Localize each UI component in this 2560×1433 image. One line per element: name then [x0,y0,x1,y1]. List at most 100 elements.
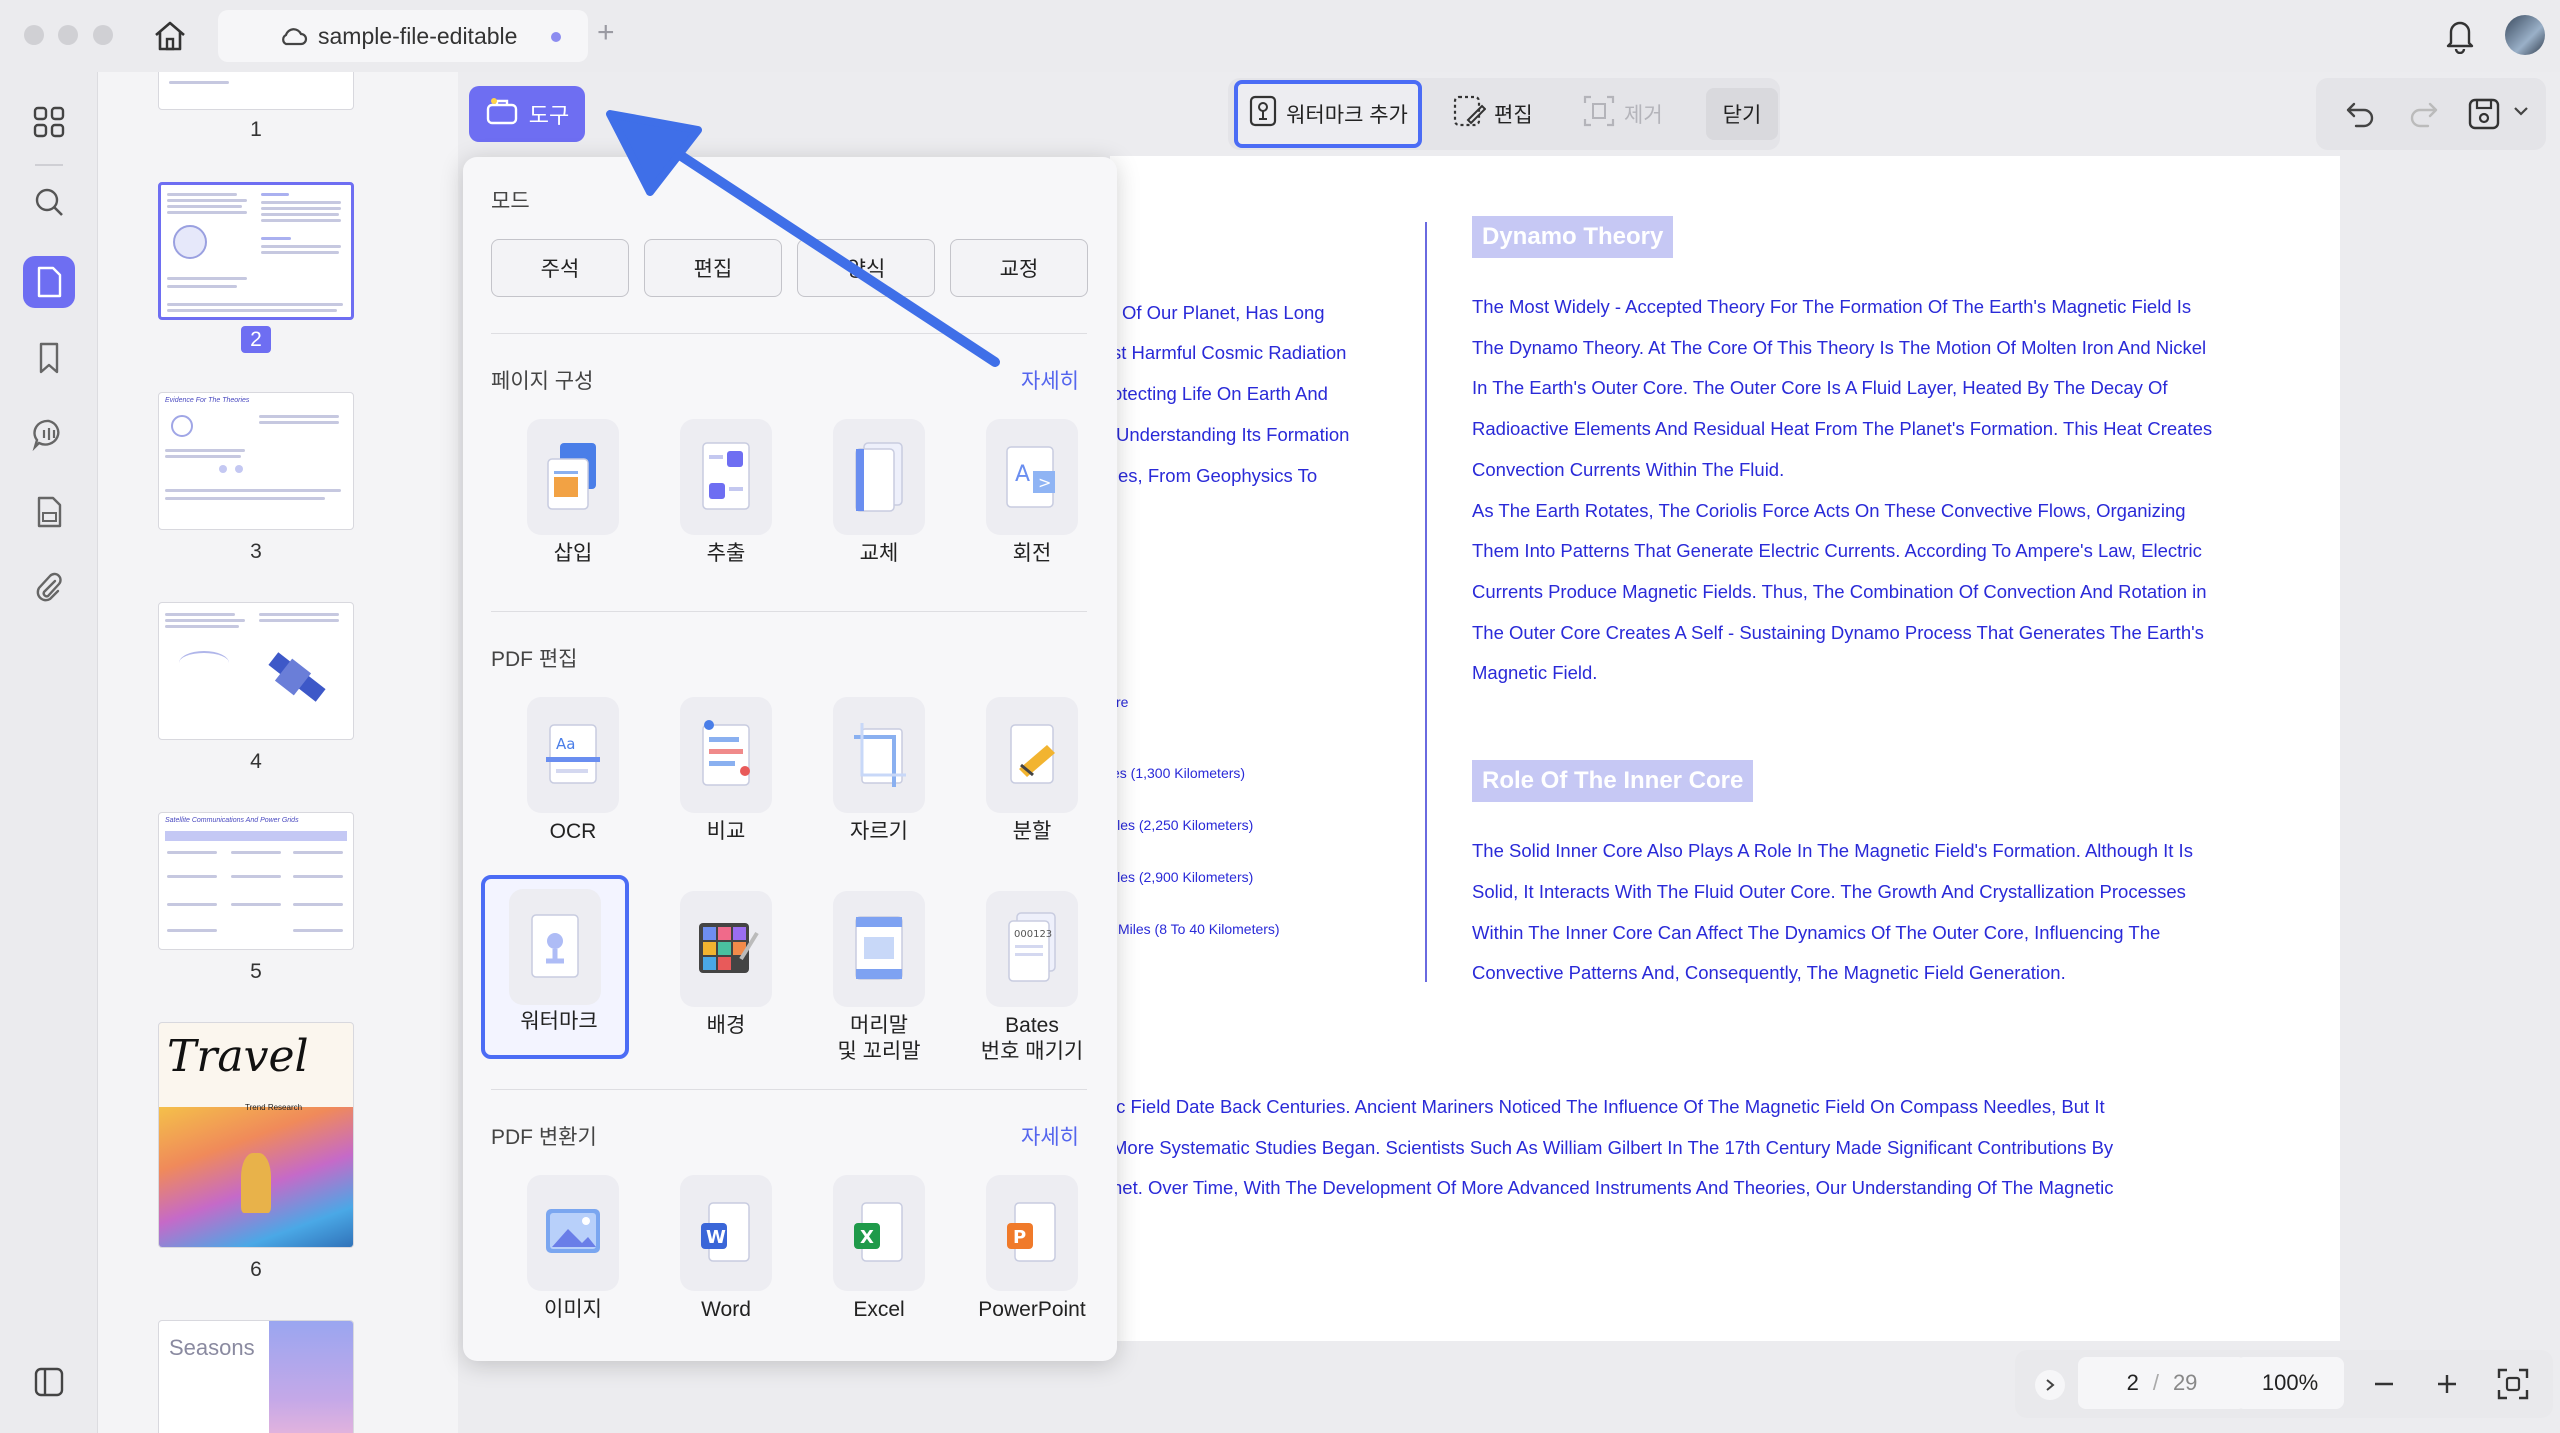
add-watermark-button[interactable]: 워터마크 추가 [1234,80,1422,148]
doc-text: iles (2,250 Kilometers) [1114,817,1254,833]
thumbnail-panel: 1 2 Evidence For The Theories 3 4 Satell… [98,72,458,1433]
tool-split-label: 분할 [1012,820,1052,843]
apps-icon[interactable] [23,96,75,148]
tool-background-label: 배경 [706,1014,746,1037]
tool-rotate[interactable]: A > 회전 [962,419,1102,589]
extract-icon [680,419,772,535]
tool-bates[interactable]: 000123 Bates 번호 매기기 [962,891,1102,1064]
header-footer-line2: 및 꼬리말 [837,1040,921,1064]
thumbnail-page-4[interactable] [158,602,354,740]
avatar[interactable] [2505,15,2545,55]
bookmark-icon[interactable] [23,332,75,384]
insert-icon [527,419,619,535]
tool-replace[interactable]: 교체 [809,419,949,589]
tool-extract[interactable]: 추출 [656,419,796,589]
zoom-in-icon[interactable] [2433,1370,2461,1403]
tool-insert[interactable]: 삽입 [503,419,643,589]
doc-text: es (1,300 Kilometers) [1112,765,1246,781]
background-icon [680,891,772,1007]
comment-icon[interactable] [23,408,75,460]
tool-split[interactable]: 분할 [962,697,1102,867]
tool-watermark[interactable]: 워터마크 [481,875,629,1059]
left-rail [0,72,98,1433]
add-watermark-label: 워터마크 추가 [1286,104,1408,127]
tool-to-excel[interactable]: X Excel [809,1175,949,1345]
annotation-arrow-icon [606,110,1000,367]
page-navigator[interactable]: 2 / 29 [2078,1357,2246,1409]
remove-watermark-button[interactable]: 제거 [1582,88,1663,140]
window-zoom-button[interactable] [93,25,113,45]
tool-ocr-label: OCR [549,820,597,843]
tool-watermark-label: 워터마크 [520,1010,598,1033]
zoom-level[interactable]: 100% [2236,1357,2344,1409]
watermark-icon [509,889,601,1005]
chevron-down-icon[interactable] [2512,104,2530,123]
thumbnail-label: 6 [250,1258,262,1281]
thumbnail-page-1[interactable] [158,72,354,110]
thumbnail-page-6[interactable]: Travel Trend Research [158,1022,354,1248]
tool-to-word-label: Word [701,1298,751,1321]
new-tab-button[interactable]: + [597,16,615,50]
bell-icon[interactable] [2442,16,2478,59]
pdf-page [1110,156,2340,1341]
bates-line2: 번호 매기기 [980,1040,1084,1064]
crop-icon [833,697,925,813]
undo-icon[interactable] [2344,98,2376,133]
paragraph-line: The Most Widely - Accepted Theory For Th… [1472,296,2192,317]
cloud-icon [278,24,308,53]
tool-to-powerpoint[interactable]: P PowerPoint [962,1175,1102,1345]
thumbnail-page-7[interactable]: Seasons [158,1320,354,1433]
thumbnail-label: 5 [250,960,262,983]
doc-text: es, From Geophysics To [1118,465,1318,486]
tool-to-image-label: 이미지 [544,1298,602,1321]
pages-icon[interactable] [23,256,75,308]
svg-text:X: X [860,1227,874,1248]
search-icon[interactable] [23,176,75,228]
attachment-icon[interactable] [23,562,75,614]
rotate-icon: A > [986,419,1078,535]
paragraph-line: As The Earth Rotates, The Coriolis Force… [1472,499,2186,521]
remove-watermark-icon [1582,94,1616,134]
tool-header-footer[interactable]: 머리말 및 꼬리말 [809,891,949,1063]
thumbnail-page-3[interactable]: Evidence For The Theories [158,392,354,530]
window-close-button[interactable] [24,25,44,45]
tool-to-image[interactable]: 이미지 [503,1175,643,1345]
zoom-out-icon[interactable] [2370,1370,2398,1403]
fit-page-icon[interactable] [2495,1366,2531,1407]
rail-divider [35,164,63,166]
current-page-input[interactable]: 2 [2127,1370,2139,1396]
tool-compare[interactable]: 비교 [656,697,796,867]
tool-rotate-label: 회전 [1012,542,1052,565]
converter-more-link[interactable]: 자세히 [1021,1121,1079,1151]
edit-watermark-button[interactable]: 편집 [1452,88,1533,140]
tool-background[interactable]: 배경 [656,891,796,1061]
redo-icon[interactable] [2408,98,2440,133]
total-pages: 29 [2172,1370,2198,1395]
save-icon[interactable] [2466,96,2502,137]
document-tab[interactable]: sample-file-editable [218,10,588,62]
chevron-right-icon[interactable] [2035,1370,2065,1400]
doc-text: Miles (8 To 40 Kilometers) [1118,921,1280,937]
right-toolbar [2316,78,2546,150]
tools-button[interactable]: 도구 [469,86,585,142]
pdf-edit-section-title: PDF 편집 [491,648,578,671]
paragraph-line: net. Over Time, With The Development Of … [1112,1177,2114,1198]
home-icon[interactable] [150,18,190,54]
thumbnail-page-2[interactable] [158,182,354,320]
section-heading: Role Of The Inner Core [1472,760,1754,802]
thumbnail-page-5[interactable]: Satellite Communications And Power Grids [158,812,354,950]
paragraph-line: The Dynamo Theory. At The Core Of This T… [1472,336,2207,358]
form-icon[interactable] [23,486,75,538]
tool-crop[interactable]: 자르기 [809,697,949,867]
close-watermark-button[interactable]: 닫기 [1706,88,1778,140]
image-icon [527,1175,619,1291]
tool-to-powerpoint-label: PowerPoint [978,1298,1086,1321]
window-minimize-button[interactable] [58,25,78,45]
tools-button-label: 도구 [528,103,570,128]
sidebar-toggle-icon[interactable] [23,1356,75,1408]
tool-header-footer-label: 머리말 및 꼬리말 [809,1013,949,1066]
tool-to-word[interactable]: W Word [656,1175,796,1345]
tool-ocr[interactable]: Aa OCR [503,697,643,867]
page-org-more-link[interactable]: 자세히 [1021,365,1079,395]
bates-icon: 000123 [986,891,1078,1007]
